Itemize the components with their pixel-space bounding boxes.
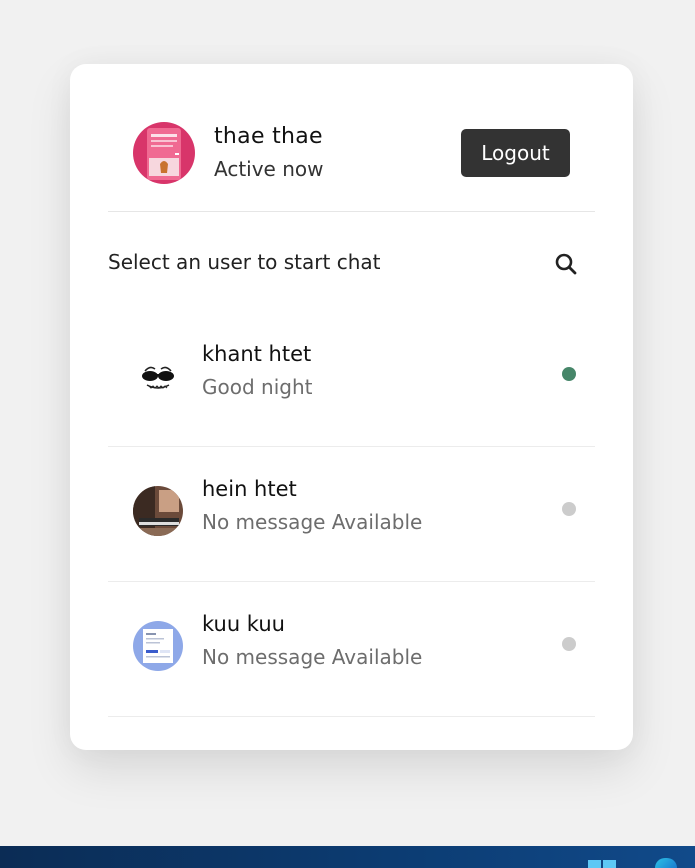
user-avatar	[133, 621, 183, 671]
user-name: hein htet	[202, 477, 297, 501]
logout-button[interactable]: Logout	[461, 129, 570, 177]
windows-start-icon[interactable]	[588, 860, 618, 868]
user-avatar	[133, 351, 183, 401]
offline-status-dot	[562, 502, 576, 516]
user-last-message: No message Available	[202, 510, 423, 534]
online-status-dot	[562, 367, 576, 381]
list-item[interactable]: kuu kuu No message Available	[108, 582, 595, 717]
list-item[interactable]: khant htet Good night	[108, 312, 595, 447]
search-button[interactable]	[548, 246, 584, 282]
user-name: khant htet	[202, 342, 312, 366]
user-last-message: No message Available	[202, 645, 423, 669]
my-name: thae thae	[214, 124, 323, 149]
my-avatar	[133, 122, 195, 184]
search-prompt: Select an user to start chat	[108, 250, 381, 274]
chat-users-card: thae thae Active now Logout Select an us…	[70, 64, 633, 750]
user-name: kuu kuu	[202, 612, 285, 636]
search-icon	[555, 253, 577, 275]
list-item[interactable]: hein htet No message Available	[108, 447, 595, 582]
user-list: khant htet Good night hein htet No messa…	[108, 312, 595, 717]
offline-status-dot	[562, 637, 576, 651]
user-avatar	[133, 486, 183, 536]
profile-header: thae thae Active now Logout	[108, 64, 595, 212]
search-bar: Select an user to start chat	[108, 212, 595, 312]
my-status: Active now	[214, 157, 324, 181]
user-last-message: Good night	[202, 375, 313, 399]
